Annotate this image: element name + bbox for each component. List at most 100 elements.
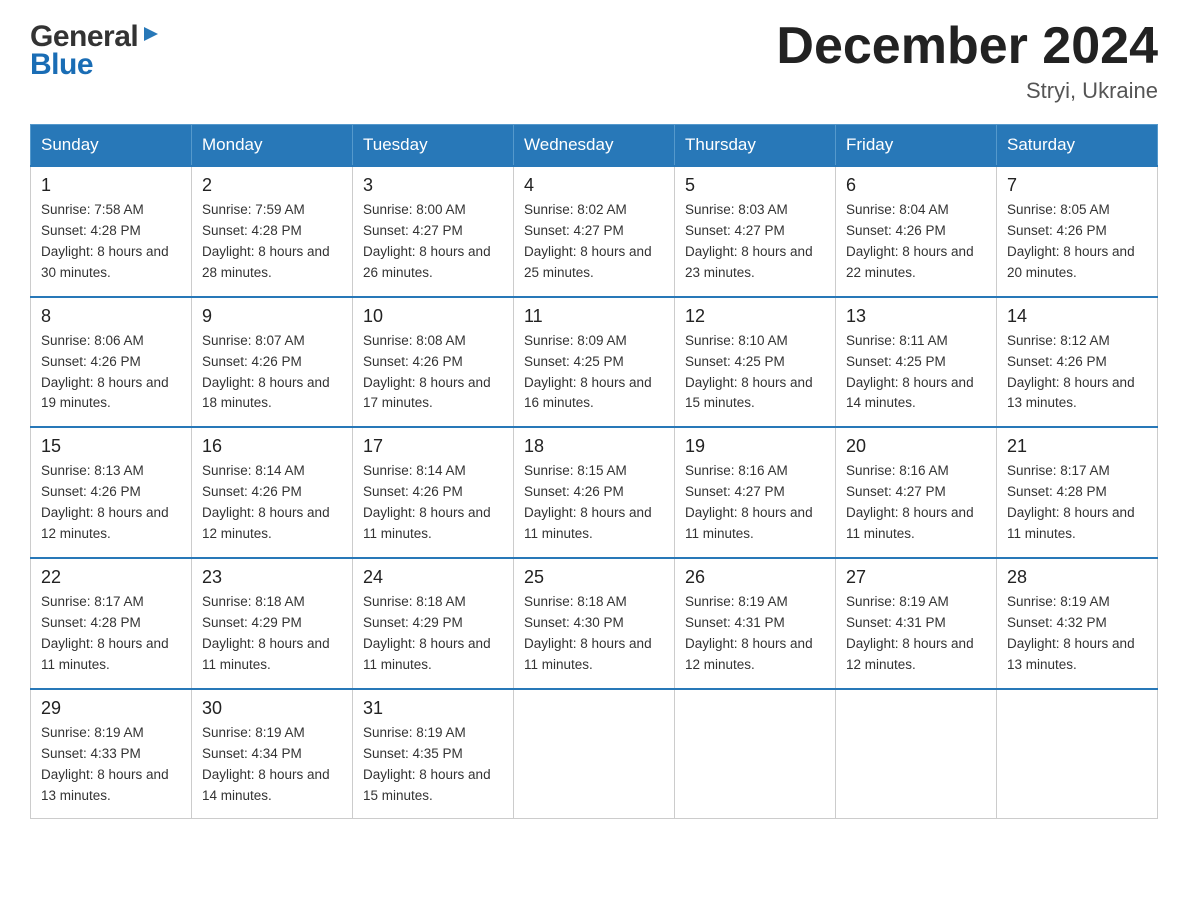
- calendar-cell: 6 Sunrise: 8:04 AMSunset: 4:26 PMDayligh…: [836, 166, 997, 297]
- day-info: Sunrise: 8:19 AMSunset: 4:34 PMDaylight:…: [202, 723, 342, 807]
- day-info: Sunrise: 8:16 AMSunset: 4:27 PMDaylight:…: [846, 461, 986, 545]
- calendar-cell: 29 Sunrise: 8:19 AMSunset: 4:33 PMDaylig…: [31, 689, 192, 819]
- day-number: 11: [524, 306, 664, 327]
- day-number: 9: [202, 306, 342, 327]
- calendar-cell: 4 Sunrise: 8:02 AMSunset: 4:27 PMDayligh…: [514, 166, 675, 297]
- day-info: Sunrise: 8:17 AMSunset: 4:28 PMDaylight:…: [1007, 461, 1147, 545]
- day-info: Sunrise: 8:18 AMSunset: 4:29 PMDaylight:…: [202, 592, 342, 676]
- calendar-cell: 9 Sunrise: 8:07 AMSunset: 4:26 PMDayligh…: [192, 297, 353, 428]
- calendar-cell: 17 Sunrise: 8:14 AMSunset: 4:26 PMDaylig…: [353, 427, 514, 558]
- day-info: Sunrise: 8:19 AMSunset: 4:32 PMDaylight:…: [1007, 592, 1147, 676]
- calendar-cell: 13 Sunrise: 8:11 AMSunset: 4:25 PMDaylig…: [836, 297, 997, 428]
- day-number: 16: [202, 436, 342, 457]
- calendar-cell: 30 Sunrise: 8:19 AMSunset: 4:34 PMDaylig…: [192, 689, 353, 819]
- day-number: 3: [363, 175, 503, 196]
- calendar-cell: 15 Sunrise: 8:13 AMSunset: 4:26 PMDaylig…: [31, 427, 192, 558]
- day-number: 19: [685, 436, 825, 457]
- calendar-cell: 23 Sunrise: 8:18 AMSunset: 4:29 PMDaylig…: [192, 558, 353, 689]
- calendar-cell: 8 Sunrise: 8:06 AMSunset: 4:26 PMDayligh…: [31, 297, 192, 428]
- day-info: Sunrise: 8:18 AMSunset: 4:29 PMDaylight:…: [363, 592, 503, 676]
- weekday-header-thursday: Thursday: [675, 125, 836, 167]
- calendar-cell: 7 Sunrise: 8:05 AMSunset: 4:26 PMDayligh…: [997, 166, 1158, 297]
- day-number: 14: [1007, 306, 1147, 327]
- calendar-cell: 25 Sunrise: 8:18 AMSunset: 4:30 PMDaylig…: [514, 558, 675, 689]
- day-info: Sunrise: 8:12 AMSunset: 4:26 PMDaylight:…: [1007, 331, 1147, 415]
- day-info: Sunrise: 8:16 AMSunset: 4:27 PMDaylight:…: [685, 461, 825, 545]
- day-number: 18: [524, 436, 664, 457]
- day-number: 29: [41, 698, 181, 719]
- day-info: Sunrise: 8:03 AMSunset: 4:27 PMDaylight:…: [685, 200, 825, 284]
- day-number: 22: [41, 567, 181, 588]
- day-info: Sunrise: 8:06 AMSunset: 4:26 PMDaylight:…: [41, 331, 181, 415]
- calendar-cell: 3 Sunrise: 8:00 AMSunset: 4:27 PMDayligh…: [353, 166, 514, 297]
- calendar-cell: 2 Sunrise: 7:59 AMSunset: 4:28 PMDayligh…: [192, 166, 353, 297]
- logo-blue-text: Blue: [30, 48, 162, 82]
- day-info: Sunrise: 8:15 AMSunset: 4:26 PMDaylight:…: [524, 461, 664, 545]
- calendar-cell: 11 Sunrise: 8:09 AMSunset: 4:25 PMDaylig…: [514, 297, 675, 428]
- weekday-header-row: SundayMondayTuesdayWednesdayThursdayFrid…: [31, 125, 1158, 167]
- day-info: Sunrise: 8:17 AMSunset: 4:28 PMDaylight:…: [41, 592, 181, 676]
- day-number: 31: [363, 698, 503, 719]
- calendar-cell: 26 Sunrise: 8:19 AMSunset: 4:31 PMDaylig…: [675, 558, 836, 689]
- day-number: 13: [846, 306, 986, 327]
- day-info: Sunrise: 8:18 AMSunset: 4:30 PMDaylight:…: [524, 592, 664, 676]
- day-info: Sunrise: 8:07 AMSunset: 4:26 PMDaylight:…: [202, 331, 342, 415]
- day-number: 5: [685, 175, 825, 196]
- day-info: Sunrise: 8:14 AMSunset: 4:26 PMDaylight:…: [202, 461, 342, 545]
- calendar-cell: 21 Sunrise: 8:17 AMSunset: 4:28 PMDaylig…: [997, 427, 1158, 558]
- calendar-cell: 14 Sunrise: 8:12 AMSunset: 4:26 PMDaylig…: [997, 297, 1158, 428]
- weekday-header-friday: Friday: [836, 125, 997, 167]
- calendar-table: SundayMondayTuesdayWednesdayThursdayFrid…: [30, 124, 1158, 819]
- calendar-cell: 1 Sunrise: 7:58 AMSunset: 4:28 PMDayligh…: [31, 166, 192, 297]
- calendar-cell: 18 Sunrise: 8:15 AMSunset: 4:26 PMDaylig…: [514, 427, 675, 558]
- day-info: Sunrise: 8:14 AMSunset: 4:26 PMDaylight:…: [363, 461, 503, 545]
- calendar-cell: 22 Sunrise: 8:17 AMSunset: 4:28 PMDaylig…: [31, 558, 192, 689]
- day-number: 8: [41, 306, 181, 327]
- calendar-week-row: 8 Sunrise: 8:06 AMSunset: 4:26 PMDayligh…: [31, 297, 1158, 428]
- day-number: 7: [1007, 175, 1147, 196]
- calendar-cell: [514, 689, 675, 819]
- day-info: Sunrise: 8:13 AMSunset: 4:26 PMDaylight:…: [41, 461, 181, 545]
- calendar-cell: 12 Sunrise: 8:10 AMSunset: 4:25 PMDaylig…: [675, 297, 836, 428]
- weekday-header-sunday: Sunday: [31, 125, 192, 167]
- day-number: 27: [846, 567, 986, 588]
- logo: General Blue: [30, 20, 162, 82]
- day-info: Sunrise: 8:09 AMSunset: 4:25 PMDaylight:…: [524, 331, 664, 415]
- day-number: 24: [363, 567, 503, 588]
- page-header: General Blue December 2024 Stryi, Ukrain…: [30, 20, 1158, 104]
- calendar-week-row: 1 Sunrise: 7:58 AMSunset: 4:28 PMDayligh…: [31, 166, 1158, 297]
- weekday-header-saturday: Saturday: [997, 125, 1158, 167]
- calendar-cell: 31 Sunrise: 8:19 AMSunset: 4:35 PMDaylig…: [353, 689, 514, 819]
- calendar-week-row: 22 Sunrise: 8:17 AMSunset: 4:28 PMDaylig…: [31, 558, 1158, 689]
- day-info: Sunrise: 8:08 AMSunset: 4:26 PMDaylight:…: [363, 331, 503, 415]
- day-number: 10: [363, 306, 503, 327]
- day-number: 20: [846, 436, 986, 457]
- calendar-week-row: 29 Sunrise: 8:19 AMSunset: 4:33 PMDaylig…: [31, 689, 1158, 819]
- calendar-cell: 5 Sunrise: 8:03 AMSunset: 4:27 PMDayligh…: [675, 166, 836, 297]
- day-number: 28: [1007, 567, 1147, 588]
- calendar-cell: [836, 689, 997, 819]
- day-info: Sunrise: 8:19 AMSunset: 4:35 PMDaylight:…: [363, 723, 503, 807]
- day-number: 1: [41, 175, 181, 196]
- day-number: 2: [202, 175, 342, 196]
- calendar-cell: 20 Sunrise: 8:16 AMSunset: 4:27 PMDaylig…: [836, 427, 997, 558]
- calendar-week-row: 15 Sunrise: 8:13 AMSunset: 4:26 PMDaylig…: [31, 427, 1158, 558]
- weekday-header-tuesday: Tuesday: [353, 125, 514, 167]
- day-info: Sunrise: 8:19 AMSunset: 4:31 PMDaylight:…: [685, 592, 825, 676]
- calendar-cell: 28 Sunrise: 8:19 AMSunset: 4:32 PMDaylig…: [997, 558, 1158, 689]
- day-info: Sunrise: 8:04 AMSunset: 4:26 PMDaylight:…: [846, 200, 986, 284]
- day-number: 25: [524, 567, 664, 588]
- day-number: 4: [524, 175, 664, 196]
- day-number: 17: [363, 436, 503, 457]
- calendar-cell: 27 Sunrise: 8:19 AMSunset: 4:31 PMDaylig…: [836, 558, 997, 689]
- calendar-cell: 10 Sunrise: 8:08 AMSunset: 4:26 PMDaylig…: [353, 297, 514, 428]
- day-info: Sunrise: 8:10 AMSunset: 4:25 PMDaylight:…: [685, 331, 825, 415]
- calendar-cell: [997, 689, 1158, 819]
- logo-arrow-icon: [140, 23, 162, 50]
- day-number: 30: [202, 698, 342, 719]
- day-info: Sunrise: 8:02 AMSunset: 4:27 PMDaylight:…: [524, 200, 664, 284]
- location-text: Stryi, Ukraine: [776, 78, 1158, 104]
- calendar-cell: 24 Sunrise: 8:18 AMSunset: 4:29 PMDaylig…: [353, 558, 514, 689]
- day-info: Sunrise: 8:11 AMSunset: 4:25 PMDaylight:…: [846, 331, 986, 415]
- calendar-cell: 19 Sunrise: 8:16 AMSunset: 4:27 PMDaylig…: [675, 427, 836, 558]
